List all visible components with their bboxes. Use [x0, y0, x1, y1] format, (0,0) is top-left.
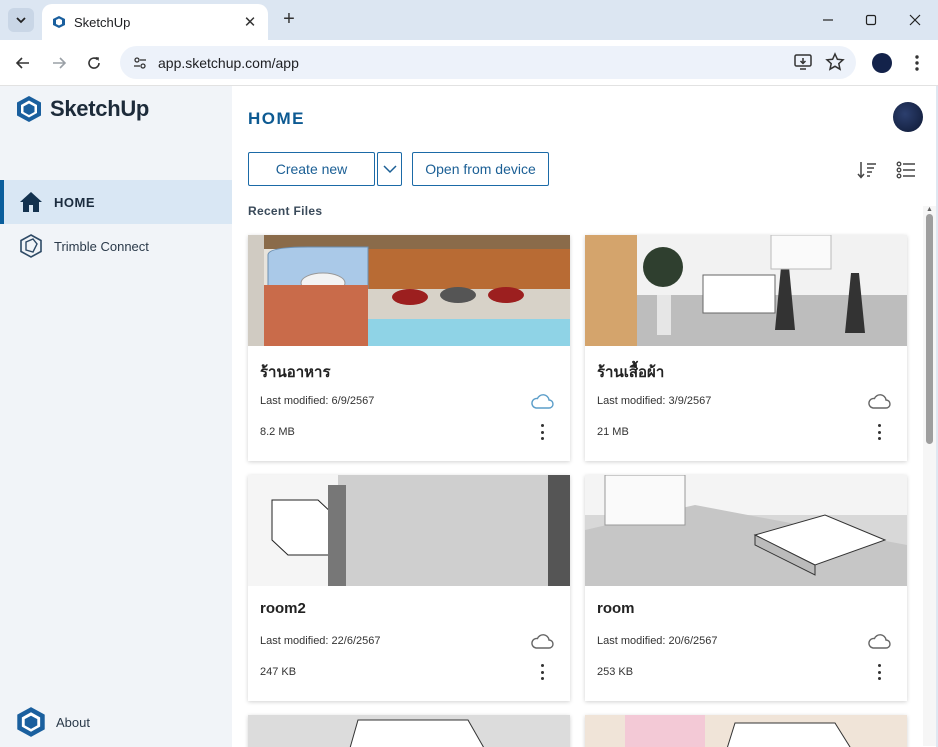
sketchup-app: SketchUp HOME Trimble Connect About HOME…	[0, 86, 936, 747]
sketchup-favicon-icon	[53, 16, 65, 28]
list-view-button[interactable]	[894, 158, 918, 182]
file-thumbnail	[585, 715, 907, 747]
browser-menu-button[interactable]	[904, 50, 930, 76]
main-content: HOME Create new Open from device Recent …	[232, 86, 936, 747]
create-new-dropdown-button[interactable]	[377, 152, 402, 186]
file-modified: Last modified: 3/9/2567	[597, 395, 712, 407]
file-name: ร้านอาหาร	[260, 364, 331, 381]
file-options-button[interactable]	[873, 663, 885, 681]
tab-search-button[interactable]	[8, 8, 34, 32]
file-card[interactable]: ร้านเสื้อผ้า Last modified: 3/9/2567 21 …	[585, 235, 907, 461]
chevron-down-icon	[16, 17, 26, 24]
sketchup-logo[interactable]: SketchUp	[16, 95, 149, 123]
cloud-icon	[531, 634, 554, 649]
new-tab-button[interactable]: +	[278, 8, 300, 32]
sidebar-item-home[interactable]: HOME	[0, 180, 232, 224]
sort-button[interactable]	[855, 158, 879, 182]
about-link[interactable]: About	[16, 706, 90, 738]
reload-icon	[88, 57, 100, 69]
file-size: 253 KB	[597, 666, 634, 678]
site-settings-icon[interactable]	[132, 55, 148, 71]
arrow-left-icon	[15, 57, 29, 69]
scrollbar[interactable]: ▲	[923, 206, 936, 746]
file-thumbnail	[248, 475, 570, 586]
close-tab-icon[interactable]: ✕	[242, 13, 258, 31]
recent-files-heading: Recent Files	[248, 204, 323, 218]
file-thumbnail	[248, 235, 570, 346]
file-size: 21 MB	[597, 426, 629, 438]
file-card[interactable]: ร้านอาหาร Last modified: 6/9/2567 8.2 MB	[248, 235, 570, 461]
sketchup-about-icon	[17, 707, 45, 737]
file-modified: Last modified: 20/6/2567	[597, 635, 718, 647]
file-thumbnail	[585, 475, 907, 586]
file-card[interactable]	[585, 715, 907, 747]
file-card[interactable]: room Last modified: 20/6/2567 253 KB	[585, 475, 907, 701]
file-name: room	[597, 600, 635, 617]
forward-button[interactable]	[46, 50, 72, 76]
minimize-button[interactable]	[814, 8, 842, 32]
file-name: ร้านเสื้อผ้า	[597, 364, 665, 381]
profile-button[interactable]	[869, 50, 895, 76]
close-icon	[909, 14, 921, 26]
scroll-up-icon[interactable]: ▲	[926, 206, 933, 213]
more-vertical-icon	[915, 55, 919, 71]
cloud-icon	[868, 634, 891, 649]
reload-button[interactable]	[81, 50, 107, 76]
file-size: 8.2 MB	[260, 426, 295, 438]
open-from-device-button[interactable]: Open from device	[412, 152, 549, 186]
address-bar[interactable]: app.sketchup.com/app	[120, 46, 856, 79]
home-icon	[18, 189, 44, 215]
create-new-button[interactable]: Create new	[248, 152, 375, 186]
cloud-icon	[868, 394, 891, 409]
browser-toolbar: app.sketchup.com/app	[0, 40, 938, 86]
browser-tab[interactable]: SketchUp ✕	[42, 4, 268, 40]
url-text: app.sketchup.com/app	[158, 54, 299, 71]
cloud-icon	[531, 394, 554, 409]
file-modified: Last modified: 22/6/2567	[260, 635, 381, 647]
install-app-icon[interactable]	[792, 51, 814, 73]
file-modified: Last modified: 6/9/2567	[260, 395, 375, 407]
file-options-button[interactable]	[536, 663, 548, 681]
about-label: About	[56, 714, 90, 730]
chevron-down-icon	[382, 165, 397, 174]
close-window-button[interactable]	[901, 8, 929, 32]
sort-icon	[857, 162, 876, 179]
browser-tab-bar: SketchUp ✕ +	[0, 0, 938, 40]
arrow-right-icon	[53, 57, 67, 69]
maximize-icon	[865, 14, 877, 26]
file-options-button[interactable]	[536, 423, 548, 441]
sidebar-item-label: Trimble Connect	[54, 238, 149, 254]
user-avatar[interactable]	[893, 102, 923, 132]
profile-avatar-icon	[872, 53, 892, 73]
bookmark-star-icon[interactable]	[824, 51, 846, 73]
file-card[interactable]: room2 Last modified: 22/6/2567 247 KB	[248, 475, 570, 701]
sidebar: SketchUp HOME Trimble Connect About	[0, 86, 232, 747]
page-title: HOME	[248, 109, 305, 128]
file-card[interactable]	[248, 715, 570, 747]
minimize-icon	[823, 19, 833, 21]
file-thumbnail	[248, 715, 570, 747]
sidebar-item-trimble-connect[interactable]: Trimble Connect	[0, 224, 232, 268]
sketchup-logo-icon	[17, 96, 41, 122]
scrollbar-thumb[interactable]	[926, 214, 933, 444]
list-view-icon	[896, 161, 915, 179]
maximize-button[interactable]	[857, 8, 885, 32]
tab-title: SketchUp	[74, 14, 131, 30]
trimble-connect-icon	[18, 233, 44, 259]
file-name: room2	[260, 600, 306, 617]
logo-text: SketchUp	[50, 96, 150, 121]
file-options-button[interactable]	[873, 423, 885, 441]
back-button[interactable]	[10, 50, 36, 76]
sidebar-item-label: HOME	[54, 194, 95, 210]
file-thumbnail	[585, 235, 907, 346]
file-size: 247 KB	[260, 666, 297, 678]
